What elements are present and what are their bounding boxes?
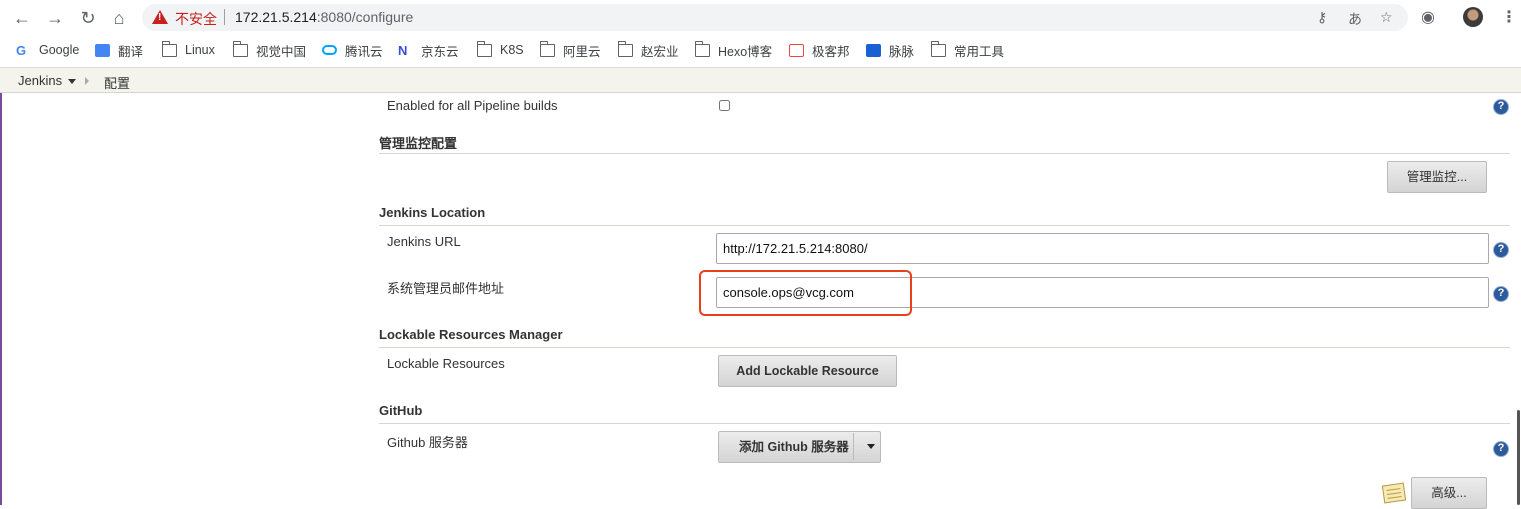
bookmark-label: Google [39, 43, 80, 57]
reload-icon[interactable]: ↻ [77, 7, 99, 29]
manage-monitor-button[interactable]: 管理监控... [1387, 161, 1487, 193]
extension-icon[interactable]: ◉ [1421, 7, 1435, 27]
bookmark-label: 腾讯云 [345, 44, 383, 59]
cloud-icon [322, 45, 337, 55]
bookmark-maimai[interactable]: 脉脉 [866, 41, 914, 59]
add-lockable-resource-button[interactable]: Add Lockable Resource [718, 355, 897, 387]
bookmark-geekbang[interactable]: 极客邦 [789, 41, 850, 59]
admin-email-label: 系统管理员邮件地址 [387, 281, 505, 296]
help-icon[interactable]: ? [1493, 286, 1509, 302]
github-label: Github 服务器 [387, 435, 468, 450]
folder-icon [539, 40, 555, 57]
button-divider [853, 433, 854, 460]
folder-icon [232, 40, 248, 57]
jenkins-url-field[interactable] [716, 233, 1489, 264]
warning-icon [152, 10, 168, 24]
google-icon: G [16, 42, 27, 58]
bookmark-hexo[interactable]: Hexo博客 [694, 40, 773, 59]
geekbang-icon [789, 43, 804, 57]
chevron-down-icon[interactable] [867, 444, 875, 449]
jenkins-url-label: Jenkins URL [387, 234, 461, 249]
bookmark-label: 常用工具 [954, 44, 1005, 59]
advanced-button[interactable]: 高级... [1411, 477, 1487, 509]
chevron-down-icon[interactable] [68, 79, 76, 84]
translate-icon [95, 43, 110, 57]
folder-icon [161, 40, 177, 57]
bookmark-label: K8S [500, 43, 524, 57]
bookmark-vcg[interactable]: 视觉中国 [232, 40, 307, 59]
bookmark-label: 京东云 [421, 44, 459, 59]
lockable-label: Lockable Resources [387, 356, 505, 371]
bookmark-translate[interactable]: 翻译 [95, 41, 143, 59]
bookmark-jd-cloud[interactable]: N 京东云 [398, 41, 459, 59]
insecure-label: 不安全 [175, 11, 217, 27]
add-github-server-button[interactable]: 添加 Github 服务器 [718, 431, 881, 463]
pipeline-checkbox[interactable] [719, 100, 730, 111]
jd-cloud-icon: N [398, 42, 408, 58]
bookmark-k8s[interactable]: K8S [476, 40, 524, 59]
key-icon[interactable]: ⚷ [1317, 9, 1327, 26]
bookmark-label: Linux [185, 43, 215, 57]
bookmarks-bar: G Google 翻译 Linux 视觉中国 腾讯云 N 京东云 K8S 阿里云 赵… [0, 35, 1521, 65]
bookmark-aliyun[interactable]: 阿里云 [539, 40, 601, 59]
help-icon[interactable]: ? [1493, 242, 1509, 258]
bookmark-linux[interactable]: Linux [161, 40, 215, 59]
left-accent-bar [0, 93, 2, 505]
section-divider [379, 225, 1510, 226]
bookmark-label: 阿里云 [563, 44, 601, 59]
bookmark-label: 极客邦 [812, 44, 850, 59]
back-icon[interactable]: ← [11, 7, 33, 29]
bookmark-label: 脉脉 [889, 44, 915, 59]
browser-toolbar: ← → ↻ ⌂ 不安全 172.21.5.214:8080/configure … [0, 0, 1521, 35]
url-host: 172.21.5.214 [235, 9, 317, 25]
bookmark-label: Hexo博客 [718, 44, 773, 59]
url-text[interactable]: 172.21.5.214:8080/configure [235, 9, 413, 25]
chevron-right-icon [85, 77, 89, 85]
section-divider [379, 423, 1510, 424]
menu-icon[interactable]: ⋮ [1501, 7, 1517, 27]
help-icon[interactable]: ? [1493, 441, 1509, 457]
bookmark-label: 赵宏业 [641, 44, 679, 59]
bookmark-tools[interactable]: 常用工具 [930, 40, 1005, 59]
maimai-icon [866, 43, 881, 57]
bookmark-label: 视觉中国 [256, 44, 307, 59]
section-divider [379, 153, 1510, 154]
folder-icon [930, 40, 946, 57]
folder-icon [617, 40, 633, 57]
notepad-icon[interactable] [1381, 482, 1407, 504]
star-icon[interactable]: ☆ [1380, 9, 1393, 26]
bookmark-google[interactable]: G Google [16, 41, 79, 59]
url-separator [224, 9, 225, 25]
translate-icon[interactable]: あ [1348, 9, 1362, 29]
folder-icon [694, 40, 710, 57]
highlight-box [699, 270, 912, 316]
section-monitor: 管理监控配置 [379, 136, 458, 151]
avatar[interactable] [1463, 7, 1483, 27]
folder-icon [476, 40, 492, 57]
section-divider [379, 347, 1510, 348]
bookmark-label: 翻译 [118, 44, 144, 59]
breadcrumb: Jenkins 配置 [0, 67, 1521, 93]
address-bar[interactable]: 不安全 172.21.5.214:8080/configure ⚷ あ ☆ [142, 4, 1408, 31]
breadcrumb-configure[interactable]: 配置 [104, 73, 130, 92]
url-path: :8080/configure [316, 9, 414, 25]
forward-icon[interactable]: → [44, 7, 66, 29]
help-icon[interactable]: ? [1493, 99, 1509, 115]
section-lockable: Lockable Resources Manager [379, 327, 563, 342]
bookmark-tencent-cloud[interactable]: 腾讯云 [322, 41, 383, 59]
breadcrumb-jenkins[interactable]: Jenkins [18, 73, 62, 88]
home-icon[interactable]: ⌂ [108, 7, 130, 29]
bookmark-zhaohongye[interactable]: 赵宏业 [617, 40, 679, 59]
pipeline-label: Enabled for all Pipeline builds [387, 98, 558, 113]
section-github: GitHub [379, 403, 423, 418]
section-jenkins-location: Jenkins Location [379, 205, 486, 220]
scrollbar[interactable] [1517, 410, 1520, 505]
